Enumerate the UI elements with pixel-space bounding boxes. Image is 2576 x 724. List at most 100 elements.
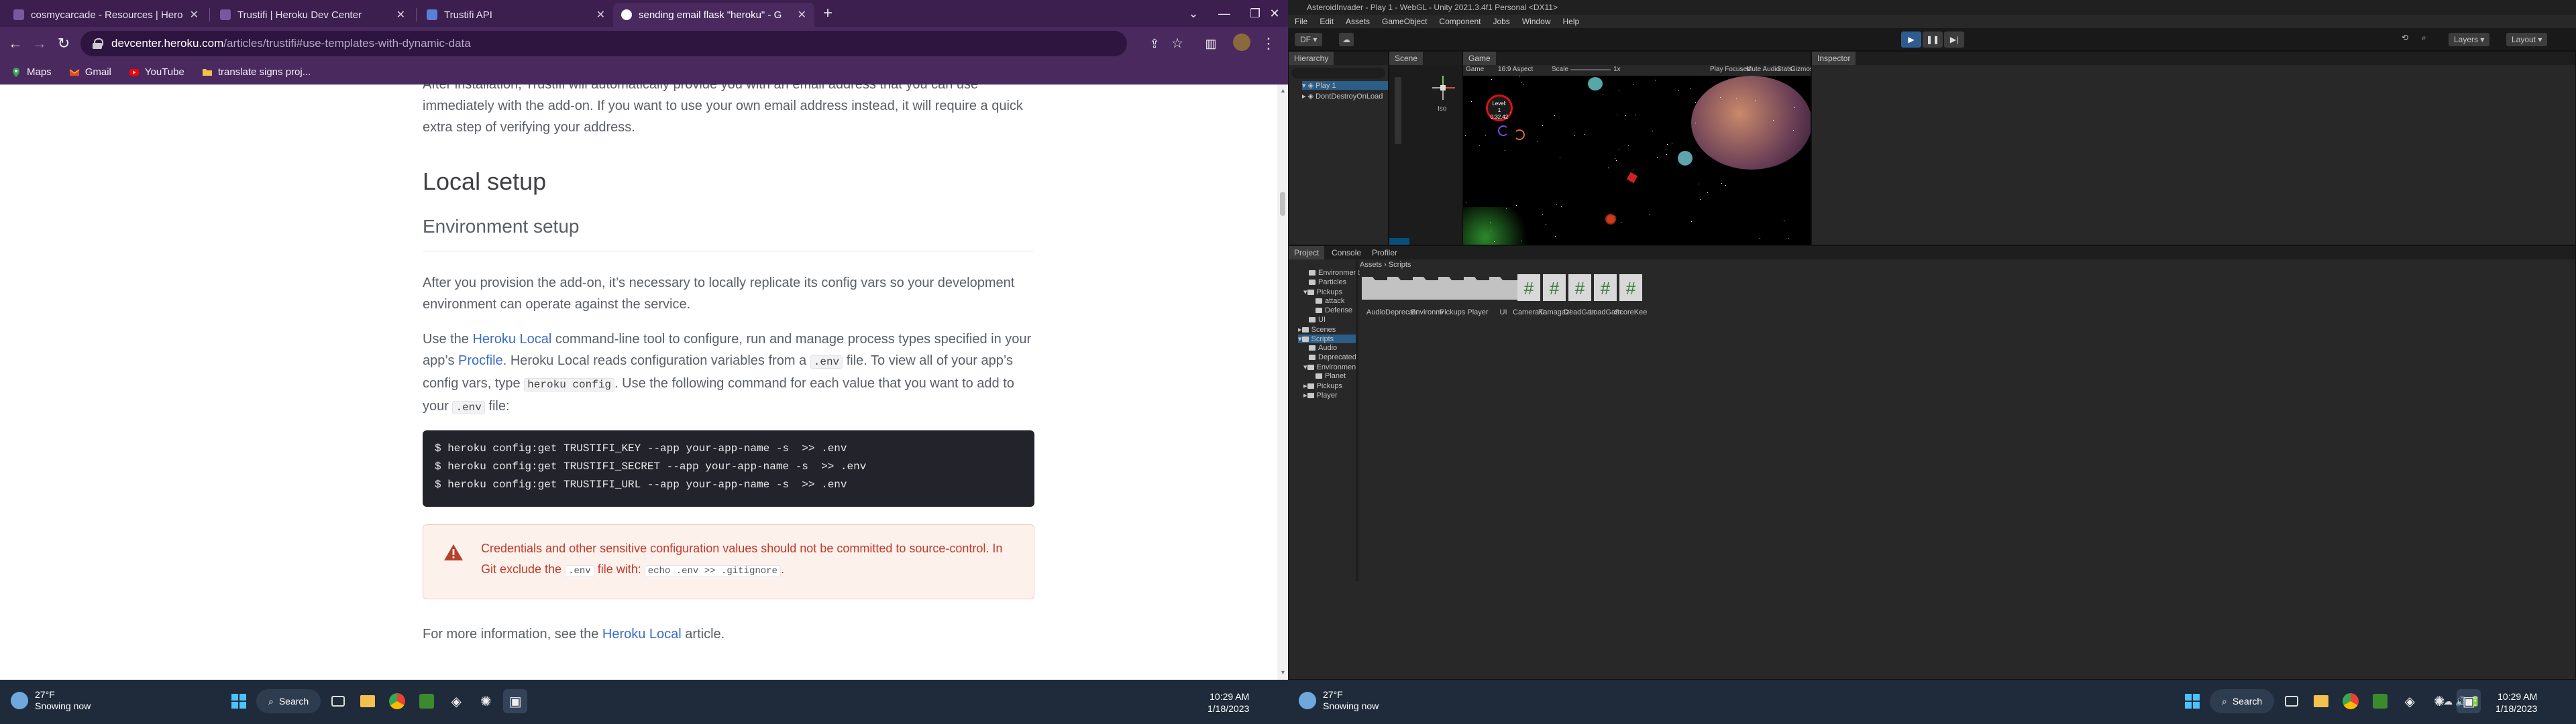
file-explorer-icon[interactable] xyxy=(2309,689,2333,713)
taskbar-search[interactable]: ⌕ Search xyxy=(2210,689,2275,713)
tree-item[interactable]: ▸ Scenes xyxy=(1298,325,1336,334)
display-dropdown[interactable]: Game xyxy=(1466,66,1484,73)
bookmark-maps[interactable]: Maps xyxy=(11,66,52,78)
hierarchy-search[interactable] xyxy=(1291,68,1385,78)
menu-gameobject[interactable]: GameObject xyxy=(1382,15,1427,28)
profile-avatar[interactable] xyxy=(1232,34,1252,54)
minimize-button[interactable]: — xyxy=(1209,0,1240,27)
taskbar-clock[interactable]: 10:29 AM 1/18/2023 xyxy=(2496,690,2537,715)
tree-scrollbar[interactable] xyxy=(1356,259,1358,581)
steam-icon[interactable]: ✺ xyxy=(474,689,498,713)
back-arrow-icon[interactable]: ← xyxy=(5,34,25,54)
breadcrumb-scripts[interactable]: Scripts xyxy=(1389,261,1411,269)
unity-editor-icon[interactable]: ▣ xyxy=(503,689,528,713)
weather-widget[interactable]: 27°F Snowing now xyxy=(1299,689,1379,712)
address-bar[interactable]: devcenter.heroku.com/articles/trustifi#u… xyxy=(80,31,1127,56)
menu-file[interactable]: File xyxy=(1295,15,1307,28)
chrome-icon[interactable] xyxy=(2339,689,2363,713)
play-button[interactable]: ▶ xyxy=(1901,32,1921,48)
step-button[interactable]: ▶| xyxy=(1944,32,1964,48)
projection-label[interactable]: Iso xyxy=(1438,105,1446,113)
tree-item[interactable]: ▸ Player xyxy=(1303,391,1338,400)
tree-item[interactable]: ▾ Environment xyxy=(1303,363,1358,371)
scroll-down-icon[interactable]: ▼ xyxy=(1280,669,1286,676)
menu-component[interactable]: Component xyxy=(1439,15,1481,28)
tab-scene[interactable]: Scene xyxy=(1389,52,1424,65)
tab-inspector[interactable]: Inspector xyxy=(1812,52,1856,65)
cloud-icon[interactable]: ☁ xyxy=(1339,33,1354,46)
heroku-local-article-link[interactable]: Heroku Local xyxy=(602,627,682,642)
windows-start-icon[interactable] xyxy=(227,689,251,713)
menu-edit[interactable]: Edit xyxy=(1320,15,1334,28)
browser-tab-3[interactable]: Trustifi API ✕ xyxy=(419,3,613,27)
bookmark-youtube[interactable]: YouTube xyxy=(129,66,184,78)
mute-audio-toggle[interactable]: Mute Audio xyxy=(1746,66,1780,73)
aspect-dropdown[interactable]: 16:9 Aspect xyxy=(1498,66,1533,73)
tab-hierarchy[interactable]: Hierarchy xyxy=(1289,52,1334,65)
task-view-icon[interactable] xyxy=(326,689,350,713)
hierarchy-item-play1[interactable]: ▾ ◈ Play 1 xyxy=(1302,81,1388,90)
procfile-link[interactable]: Procfile xyxy=(458,353,503,368)
terminal-icon[interactable] xyxy=(2368,689,2392,713)
task-view-icon[interactable] xyxy=(2279,689,2304,713)
asset-item[interactable]: # ScoreKee... xyxy=(1615,273,1647,316)
page-scrollbar[interactable]: ▲ ▼ xyxy=(1277,84,1288,680)
scene-gizmo-icon[interactable] xyxy=(1428,73,1458,103)
bookmark-gmail[interactable]: Gmail xyxy=(69,66,111,78)
breadcrumb-assets[interactable]: Assets xyxy=(1360,261,1382,269)
bookmark-star-icon[interactable]: ☆ xyxy=(1167,34,1187,54)
menu-window[interactable]: Window xyxy=(1522,15,1551,28)
tree-item[interactable]: Audio xyxy=(1309,344,1337,352)
menu-jobs[interactable]: Jobs xyxy=(1493,15,1509,28)
system-tray[interactable]: ˄ ☁ 🔊 🔋 xyxy=(2435,696,2481,707)
unity-hub-icon[interactable]: ◈ xyxy=(444,689,468,713)
taskbar-clock[interactable]: 10:29 AM 1/18/2023 xyxy=(1208,690,1249,715)
tab-profiler[interactable]: Profiler xyxy=(1366,246,1403,259)
tree-item[interactable]: ▸ Pickups xyxy=(1303,381,1342,390)
tree-item[interactable]: attack xyxy=(1316,297,1344,305)
heroku-local-link[interactable]: Heroku Local xyxy=(472,332,551,347)
browser-tab-2[interactable]: Trustifi | Heroku Dev Center ✕ xyxy=(212,3,413,27)
forward-arrow-icon[interactable]: → xyxy=(30,34,50,54)
unity-hub-icon[interactable]: ◈ xyxy=(2398,689,2422,713)
close-icon[interactable]: ✕ xyxy=(396,8,405,21)
undo-history-icon[interactable]: ⟲ xyxy=(2402,33,2408,42)
close-icon[interactable]: ✕ xyxy=(798,8,806,21)
scene-tools[interactable] xyxy=(1395,77,1401,144)
tree-item[interactable]: UI xyxy=(1309,316,1326,324)
scroll-up-icon[interactable]: ▲ xyxy=(1280,87,1286,94)
layers-dropdown[interactable]: Layers ▾ xyxy=(2449,33,2490,46)
tree-item[interactable]: Environment xyxy=(1309,269,1360,277)
tree-item[interactable]: ▾ Pickups xyxy=(1303,288,1342,296)
menu-kebab-icon[interactable]: ⋮ xyxy=(1258,34,1279,54)
new-tab-button[interactable]: + xyxy=(818,5,837,23)
pause-button[interactable]: ❚❚ xyxy=(1923,32,1943,48)
layout-dropdown[interactable]: Layout ▾ xyxy=(2506,33,2548,46)
play-focused-dropdown[interactable]: Play Focused xyxy=(1710,66,1751,73)
scrollbar-thumb[interactable] xyxy=(1280,192,1285,216)
reload-icon[interactable]: ↻ xyxy=(54,34,74,54)
tree-item[interactable]: Deprecated xyxy=(1309,353,1356,361)
browser-tab-4[interactable]: sending email flask "heroku" - G ✕ xyxy=(613,3,814,27)
close-window-button[interactable]: ✕ xyxy=(1261,0,1288,27)
bookmark-folder[interactable]: translate signs proj... xyxy=(202,66,311,78)
tree-item[interactable]: Defense xyxy=(1316,306,1352,314)
taskbar-search[interactable]: ⌕ Search xyxy=(256,689,321,713)
tab-search-chevron-icon[interactable]: ⌄ xyxy=(1178,0,1209,27)
tree-item[interactable]: Planet xyxy=(1316,372,1346,380)
weather-widget[interactable]: 27°F Snowing now xyxy=(11,689,91,712)
browser-tab-1[interactable]: cosmycarcade - Resources | Hero ✕ xyxy=(5,3,207,27)
code-block[interactable]: $ heroku config:get TRUSTIFI_KEY --app y… xyxy=(423,430,1034,507)
hierarchy-item-dontdestroy[interactable]: ▸ ◈ DontDestroyOnLoad xyxy=(1302,92,1383,101)
tab-game[interactable]: Game xyxy=(1463,52,1496,65)
tree-item-selected[interactable]: ▾ Scripts xyxy=(1298,335,1356,343)
search-icon[interactable]: ⌕ xyxy=(2422,33,2426,43)
share-icon[interactable]: ⇪ xyxy=(1144,34,1165,54)
file-explorer-icon[interactable] xyxy=(356,689,380,713)
chrome-icon[interactable] xyxy=(385,689,409,713)
close-icon[interactable]: ✕ xyxy=(596,8,605,21)
side-panel-icon[interactable]: ▥ xyxy=(1201,34,1221,54)
tab-console[interactable]: Console xyxy=(1326,246,1366,259)
menu-help[interactable]: Help xyxy=(1563,15,1580,28)
tab-project[interactable]: Project xyxy=(1289,246,1325,259)
